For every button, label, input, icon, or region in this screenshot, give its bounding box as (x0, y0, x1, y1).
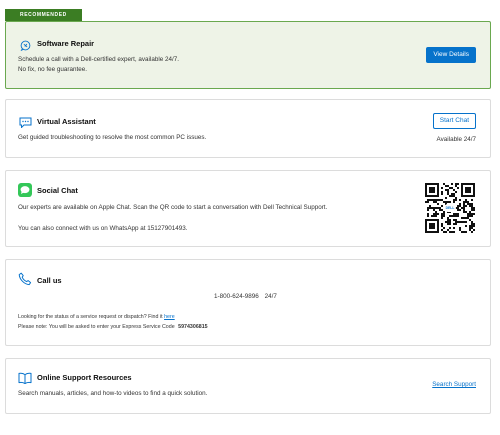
search-support-link[interactable]: Search Support (432, 381, 476, 388)
social-chat-line1: Our experts are available on Apple Chat.… (18, 204, 328, 211)
service-code-note: Please note: You will be asked to enter … (18, 324, 208, 330)
software-repair-line1: Schedule a call with a Dell-certified ex… (18, 56, 180, 63)
status-line: Looking for the status of a service requ… (18, 314, 175, 320)
virtual-assistant-description: Get guided troubleshooting to resolve th… (18, 134, 207, 141)
availability-text: Available 24/7 (436, 136, 476, 143)
social-chat-line2: You can also connect with us on WhatsApp… (18, 225, 188, 232)
online-support-title: Online Support Resources (37, 373, 132, 382)
virtual-assistant-card: Virtual Assistant Get guided troubleshoo… (5, 99, 491, 158)
online-support-description: Search manuals, articles, and how-to vid… (18, 390, 208, 397)
software-repair-title: Software Repair (37, 39, 95, 48)
phone-icon (18, 272, 32, 291)
wrench-chat-icon (20, 38, 31, 56)
call-us-card: Call us 1-800-624-9896 24/7 Looking for … (5, 259, 491, 346)
software-repair-line2: No fix, no fee guarantee. (18, 66, 87, 73)
view-details-button[interactable]: View Details (426, 47, 476, 63)
status-text: Looking for the status of a service requ… (18, 314, 163, 320)
qr-dell-logo: DELL (444, 204, 456, 212)
service-code-value: 5974306815 (178, 324, 208, 330)
recommended-badge: RECOMMENDED (5, 9, 82, 21)
phone-hours: 24/7 (264, 293, 277, 300)
status-here-link[interactable]: here (164, 314, 175, 320)
virtual-assistant-title: Virtual Assistant (37, 117, 96, 126)
social-chat-title: Social Chat (37, 186, 78, 195)
messages-app-icon (18, 183, 32, 202)
service-code-note-text: Please note: You will be asked to enter … (18, 324, 175, 330)
start-chat-button[interactable]: Start Chat (432, 113, 476, 129)
qr-code[interactable]: DELL (425, 183, 475, 233)
call-us-title: Call us (37, 276, 62, 285)
phone-number-value[interactable]: 1-800-624-9896 (214, 293, 259, 300)
phone-number[interactable]: 1-800-624-9896 24/7 (214, 292, 277, 302)
social-chat-card: Social Chat Our experts are available on… (5, 170, 491, 247)
chat-bubble-icon (19, 115, 32, 133)
book-icon (18, 371, 32, 389)
software-repair-card: Software Repair Schedule a call with a D… (5, 21, 491, 89)
online-support-card: Online Support Resources Search manuals,… (5, 358, 491, 414)
